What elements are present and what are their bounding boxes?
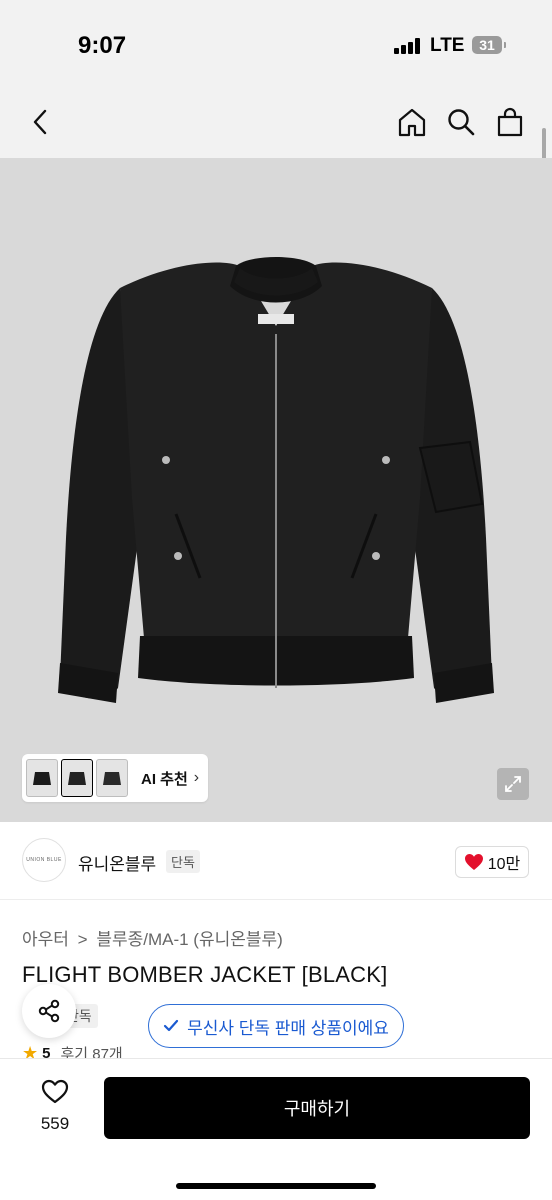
status-time: 9:07 xyxy=(78,32,127,59)
breadcrumb: 아우터 > 블루종/MA-1 (유니온블루) xyxy=(22,925,283,950)
wishlist-button[interactable]: 559 xyxy=(30,1079,80,1135)
thumbnail-3[interactable] xyxy=(96,759,128,797)
home-indicator xyxy=(176,1183,376,1189)
breadcrumb-subcategory[interactable]: 블루종/MA-1 (유니온블루) xyxy=(96,930,283,949)
top-nav-bar xyxy=(0,90,552,158)
home-icon[interactable] xyxy=(394,104,430,140)
status-bar: 9:07 LTE 31 xyxy=(0,0,552,90)
breadcrumb-category[interactable]: 아우터 xyxy=(22,930,69,949)
product-image[interactable] xyxy=(0,158,552,822)
signal-icon xyxy=(394,38,422,54)
expand-icon[interactable] xyxy=(497,768,529,800)
buy-button[interactable]: 구매하기 xyxy=(104,1077,530,1139)
share-button[interactable] xyxy=(22,984,76,1038)
ai-recommend-label[interactable]: AI 추천 xyxy=(141,768,188,789)
exclusive-tooltip[interactable]: 무신사 단독 판매 상품이에요 xyxy=(148,1004,404,1048)
product-title: FLIGHT BOMBER JACKET [BLACK] xyxy=(22,962,388,987)
thumbnail-2[interactable] xyxy=(61,759,93,797)
thumbnail-strip: AI 추천 › xyxy=(22,754,208,802)
share-icon xyxy=(38,999,60,1023)
shopping-bag-icon[interactable] xyxy=(492,104,528,140)
thumbnail-1[interactable] xyxy=(26,759,58,797)
brand-name[interactable]: 유니온블루 xyxy=(78,850,156,875)
search-icon[interactable] xyxy=(443,104,479,140)
heart-outline-icon xyxy=(41,1079,69,1104)
brand-like-button[interactable]: 10만 xyxy=(455,846,529,878)
heart-filled-icon xyxy=(464,854,483,870)
breadcrumb-separator: > xyxy=(77,930,88,949)
brand-logo[interactable]: UNION BLUE xyxy=(22,838,66,882)
bottom-purchase-bar: 559 구매하기 xyxy=(0,1058,552,1200)
wishlist-count: 559 xyxy=(40,1114,70,1133)
network-type: LTE xyxy=(430,35,465,56)
check-icon xyxy=(163,1019,179,1032)
brand-exclusive-badge: 단독 xyxy=(166,850,200,873)
battery-icon: 31 xyxy=(472,36,506,54)
jacket-image xyxy=(58,257,494,703)
brand-like-count: 10만 xyxy=(487,856,521,873)
chevron-right-icon: › xyxy=(193,769,200,786)
brand-row: UNION BLUE 유니온블루 단독 10만 xyxy=(0,822,552,900)
exclusive-tooltip-text: 무신사 단독 판매 상품이에요 xyxy=(187,1018,389,1038)
back-icon[interactable] xyxy=(22,104,58,140)
